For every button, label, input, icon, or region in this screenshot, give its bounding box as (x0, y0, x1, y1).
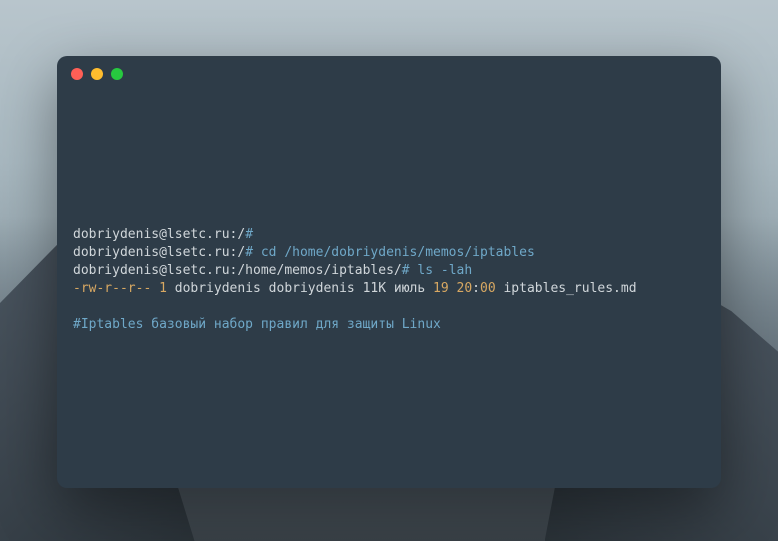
comment-line: #Iptables базовый набор правил для защит… (73, 316, 705, 334)
prompt-hash: # (245, 245, 253, 260)
terminal-line: dobriydenis@lsetc.ru:/home/memos/iptable… (73, 262, 705, 280)
prompt-text: dobriydenis@lsetc.ru:/ (73, 227, 245, 242)
terminal-line: -rw-r--r-- 1 dobriydenis dobriydenis 11K… (73, 280, 705, 298)
file-name: iptables_rules.md (496, 281, 637, 296)
close-button[interactable] (71, 68, 83, 80)
command-text: ls -lah (410, 263, 473, 278)
maximize-button[interactable] (111, 68, 123, 80)
terminal-window[interactable]: dobriydenis@lsetc.ru:/# dobriydenis@lset… (57, 56, 721, 488)
prompt-text: dobriydenis@lsetc.ru:/ (73, 245, 245, 260)
terminal-line: dobriydenis@lsetc.ru:/# (73, 226, 705, 244)
minimize-button[interactable] (91, 68, 103, 80)
terminal-content[interactable]: dobriydenis@lsetc.ru:/# dobriydenis@lset… (57, 92, 721, 334)
file-info: dobriydenis dobriydenis 11K июль (167, 281, 433, 296)
link-count: 1 (159, 281, 167, 296)
file-permissions: -rw-r--r-- (73, 281, 159, 296)
time-min: 00 (480, 281, 496, 296)
prompt-hash: # (402, 263, 410, 278)
date-day: 19 (433, 281, 449, 296)
command-text: cd /home/dobriydenis/memos/iptables (253, 245, 535, 260)
time-hour: 20 (457, 281, 473, 296)
titlebar[interactable] (57, 56, 721, 92)
terminal-line: dobriydenis@lsetc.ru:/# cd /home/dobriyd… (73, 244, 705, 262)
blank-line (73, 298, 705, 316)
prompt-text: dobriydenis@lsetc.ru:/home/memos/iptable… (73, 263, 402, 278)
prompt-hash: # (245, 227, 253, 242)
